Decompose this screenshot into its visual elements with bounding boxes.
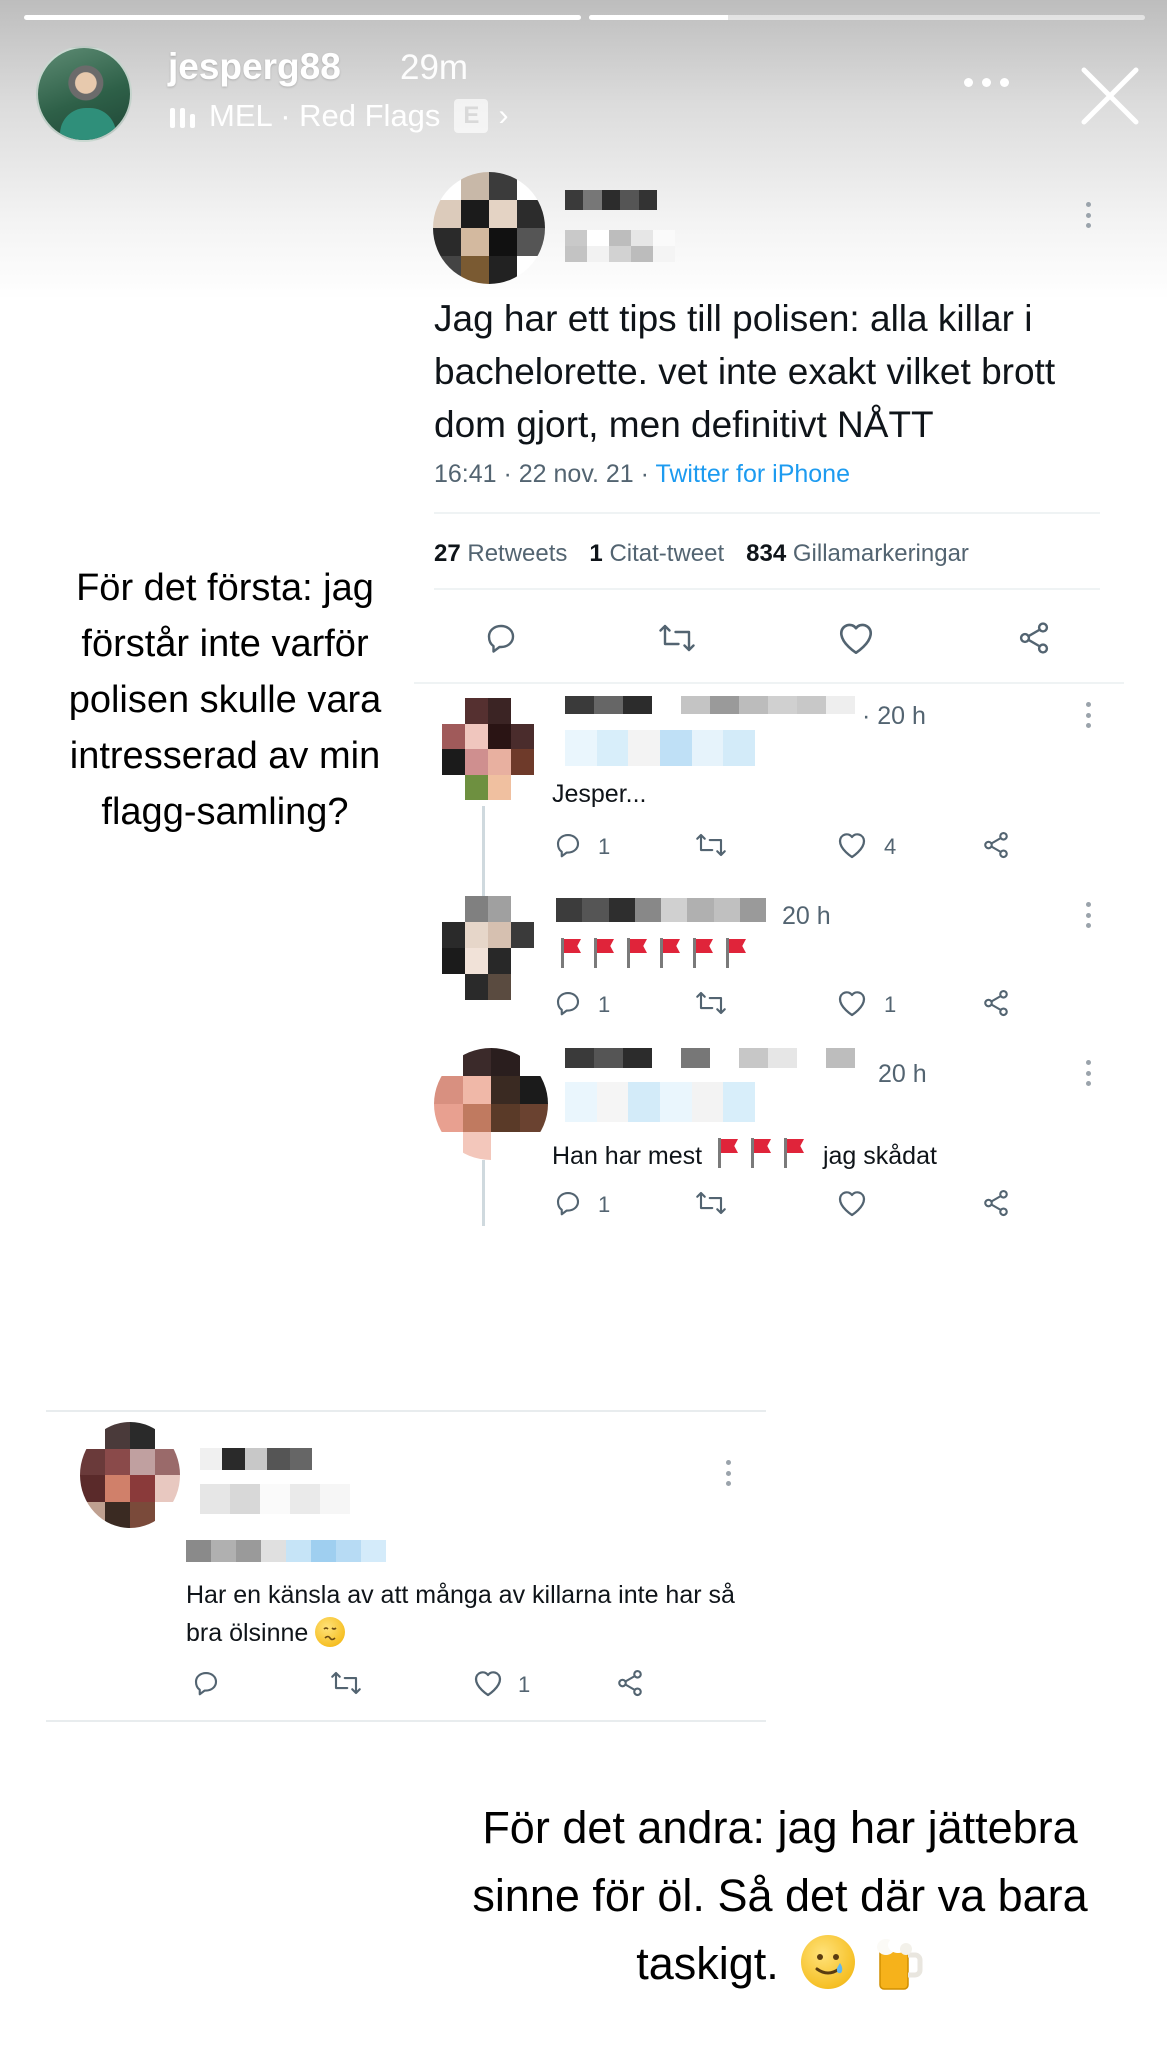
- tweet-text: Jag har ett tips till polisen: alla kill…: [434, 298, 1056, 445]
- thread-line: [482, 1160, 485, 1226]
- tweet-source-link[interactable]: Twitter for iPhone: [655, 460, 850, 488]
- reply-icon[interactable]: [552, 988, 584, 1018]
- card-author-name: [200, 1448, 312, 1470]
- tweet-stats: 27 Retweets 1 Citat-tweet 834 Gillamarke…: [434, 540, 969, 568]
- tweet-options-icon[interactable]: [1086, 202, 1092, 228]
- like-count: 1: [518, 1672, 531, 1697]
- divider: [434, 588, 1100, 590]
- tweet-timestamp: 16:41 · 22 nov. 21 ·: [434, 460, 656, 488]
- reply-time: 20 h: [878, 1060, 927, 1088]
- retweet-icon[interactable]: [693, 1188, 729, 1218]
- red-flag-icon: [717, 1138, 739, 1168]
- heart-icon[interactable]: [836, 988, 868, 1018]
- reply-icon[interactable]: [552, 1188, 584, 1218]
- reply-icon[interactable]: [190, 1668, 222, 1698]
- reply-options-icon[interactable]: [1086, 702, 1092, 728]
- close-icon[interactable]: [1078, 64, 1142, 128]
- retweet-icon[interactable]: [328, 1668, 364, 1698]
- retweet-icon[interactable]: [693, 988, 729, 1018]
- share-icon[interactable]: [980, 988, 1012, 1018]
- thread-line: [482, 806, 485, 896]
- tweet-meta: 16:41 · 22 nov. 21 · Twitter for iPhone: [434, 460, 850, 489]
- story-caption-second: För det andra: jag har jättebra sinne fö…: [472, 1802, 1088, 1991]
- chevron-right-icon: ›: [498, 99, 509, 132]
- red-flag-icon: [626, 938, 648, 968]
- divider: [414, 682, 1124, 684]
- story-caption-first: För det första: jag förstår inte varför …: [68, 567, 382, 833]
- heart-icon[interactable]: [836, 620, 876, 656]
- smiling-tear-emoji-icon: [801, 1935, 856, 1989]
- reply-author-name: [556, 898, 766, 922]
- red-flag-icon: [692, 938, 714, 968]
- tweet-author-handle: [565, 230, 675, 262]
- retweets-stat[interactable]: 27 Retweets: [434, 540, 567, 568]
- reply-count: 1: [598, 834, 611, 859]
- reply-avatar: [434, 1048, 548, 1160]
- red-flag-icon: [659, 938, 681, 968]
- reply-avatar: [442, 896, 534, 1000]
- share-icon[interactable]: [614, 1668, 646, 1698]
- reply-text: Han har mest jag skådat: [552, 1138, 937, 1171]
- retweet-icon[interactable]: [656, 620, 698, 656]
- username[interactable]: jesperg88: [168, 46, 341, 88]
- progress-segment: [24, 15, 581, 20]
- progress-segment: [588, 15, 1145, 20]
- tweet-author-avatar: [433, 172, 545, 284]
- explicit-badge: E: [454, 99, 489, 133]
- like-count: 4: [884, 834, 897, 859]
- card-author-avatar: [80, 1422, 180, 1528]
- reply-icon[interactable]: [482, 620, 520, 656]
- share-icon[interactable]: [980, 830, 1012, 860]
- music-title: MEL · Red Flags: [209, 98, 441, 133]
- card-reply-context: [186, 1540, 386, 1562]
- tweet-author-name: [565, 190, 657, 210]
- likes-stat[interactable]: 834 Gillamarkeringar: [746, 540, 969, 568]
- quotes-stat[interactable]: 1 Citat-tweet: [589, 540, 724, 568]
- share-icon[interactable]: [980, 1188, 1012, 1218]
- like-count: 1: [884, 992, 897, 1017]
- reply-count: 1: [598, 992, 611, 1017]
- reply-time: 20 h: [782, 902, 831, 930]
- share-icon[interactable]: [1015, 620, 1053, 656]
- reply-author-name: [565, 1048, 855, 1068]
- beer-mug-emoji-icon: [872, 1935, 924, 1991]
- reply-options-icon[interactable]: [1086, 902, 1092, 928]
- divider: [434, 512, 1100, 514]
- card-author-handle: [200, 1484, 380, 1514]
- reply-author-handle: [565, 730, 755, 766]
- red-flag-icon: [783, 1138, 805, 1168]
- card-options-icon[interactable]: [726, 1460, 732, 1486]
- story-time: 29m: [400, 48, 469, 87]
- profile-avatar[interactable]: [36, 46, 132, 142]
- heart-icon[interactable]: [836, 830, 868, 860]
- red-flag-icon: [593, 938, 615, 968]
- reply-author-handle: [565, 1082, 755, 1122]
- red-flag-icon: [725, 938, 747, 968]
- reply-count: 1: [598, 1192, 611, 1217]
- card-text: Har en känsla av att många av killarna i…: [186, 1581, 735, 1647]
- reply-author-name: [565, 696, 855, 714]
- reply-avatar: [442, 698, 534, 800]
- woozy-face-emoji-icon: [315, 1617, 346, 1647]
- music-bars-icon: [170, 104, 195, 128]
- reply-text: Jesper...: [552, 780, 647, 808]
- story-progress: [24, 15, 1145, 20]
- retweet-icon[interactable]: [693, 830, 729, 860]
- music-label[interactable]: MEL · Red Flags E ›: [170, 98, 508, 134]
- reply-time: · 20 h: [862, 702, 926, 730]
- reply-icon[interactable]: [552, 830, 584, 860]
- red-flag-icon: [560, 938, 582, 968]
- reply-options-icon[interactable]: [1086, 1060, 1092, 1086]
- red-flag-icon: [750, 1138, 772, 1168]
- more-options-icon[interactable]: [964, 78, 1009, 87]
- heart-icon[interactable]: [836, 1188, 868, 1218]
- heart-icon[interactable]: [472, 1668, 504, 1698]
- reply-flags: [560, 938, 758, 971]
